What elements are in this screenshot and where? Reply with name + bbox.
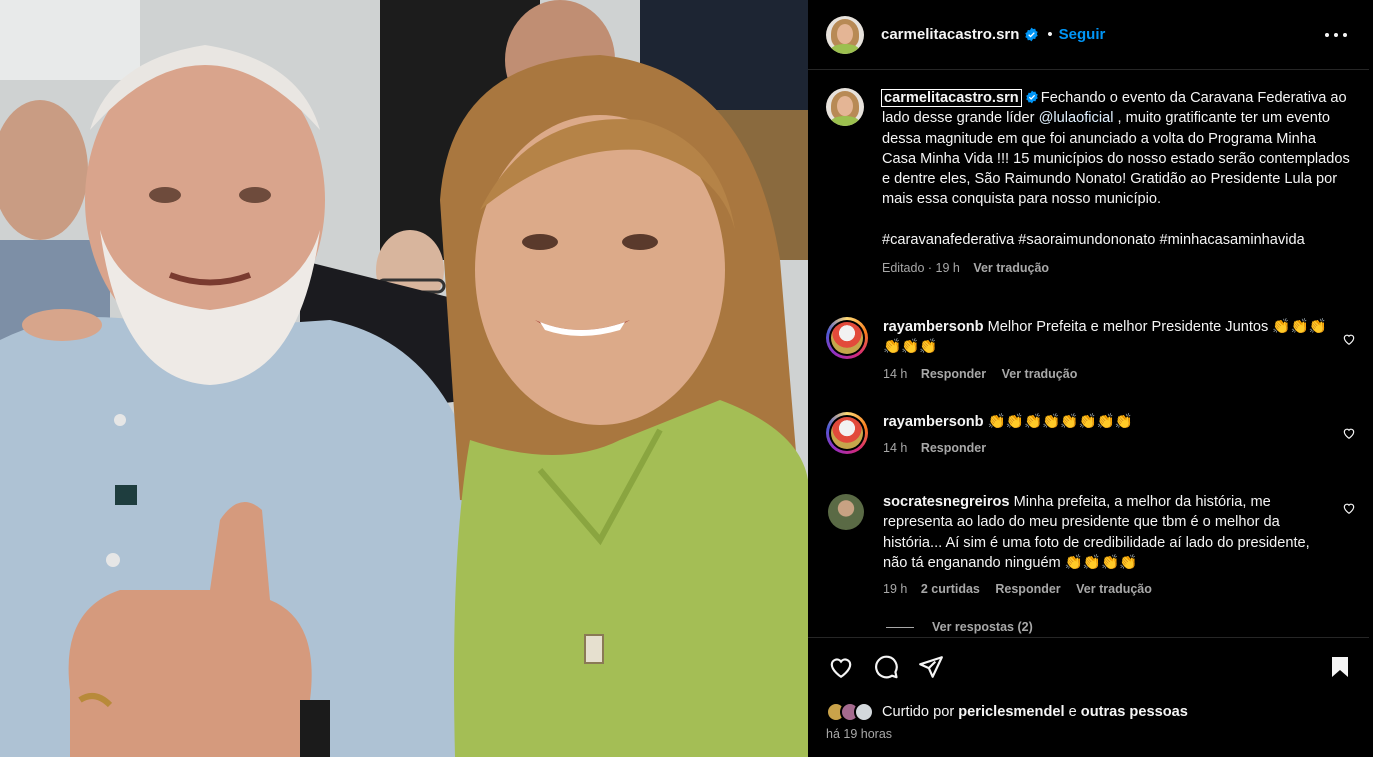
comment-meta: 14 h Responder [883, 438, 1328, 458]
comment-like-heart-icon[interactable] [1342, 426, 1356, 440]
caption-text-block: carmelitacastro.srn Fechando o evento da… [881, 88, 1352, 278]
action-bar [826, 654, 1351, 684]
more-icon[interactable] [1325, 24, 1347, 46]
follow-button[interactable]: Seguir [1059, 26, 1106, 43]
author-avatar[interactable] [826, 15, 864, 54]
comment-body: rayambersonb Melhor Prefeita e melhor Pr… [883, 317, 1328, 384]
comment-username[interactable]: rayambersonb [883, 319, 984, 335]
share-icon[interactable] [918, 654, 944, 680]
comment-icon[interactable] [873, 654, 899, 680]
comment-text: 👏👏👏👏👏👏👏👏 [987, 414, 1134, 430]
reply-button[interactable]: Responder [995, 582, 1060, 596]
caption-meta: Editado · 19 h Ver tradução [882, 258, 1352, 278]
photo-illustration [0, 0, 808, 757]
comment-like-heart-icon[interactable] [1342, 501, 1356, 515]
comment-username[interactable]: rayambersonb [883, 414, 984, 430]
comment-body: rayambersonb 👏👏👏👏👏👏👏👏 14 h Responder [883, 412, 1328, 459]
translate-button[interactable]: Ver tradução [1076, 582, 1152, 596]
caption-username[interactable]: carmelitacastro.srn [881, 89, 1022, 107]
comment-meta: 19 h 2 curtidas Responder Ver tradução [883, 579, 1328, 599]
comment-meta: 14 h Responder Ver tradução [883, 364, 1328, 384]
comment-time: 14 h [883, 366, 908, 381]
post-timestamp[interactable]: há 19 horas [826, 727, 892, 741]
replies-divider [886, 626, 914, 628]
translate-button[interactable]: Ver tradução [1002, 367, 1078, 381]
comment-time: 14 h [883, 441, 908, 456]
view-replies-label[interactable]: Ver respostas (2) [932, 620, 1033, 634]
comment-time: 19 h [883, 582, 908, 597]
commenter-avatar[interactable] [826, 317, 868, 359]
caption-edited-time: Editado · 19 h [882, 261, 960, 276]
reply-button[interactable]: Responder [921, 367, 986, 381]
post-photo[interactable] [0, 0, 808, 757]
comments-section[interactable]: carmelitacastro.srn Fechando o evento da… [808, 70, 1369, 637]
heart-icon[interactable] [828, 654, 854, 680]
bookmark-icon[interactable] [1328, 654, 1352, 680]
comment-likes-count[interactable]: 2 curtidas [921, 582, 980, 596]
separator-dot: • [1047, 26, 1053, 43]
liker-avatars[interactable] [826, 702, 874, 722]
liked-user[interactable]: periclesmendel [958, 704, 1064, 720]
author-username[interactable]: carmelitacastro.srn [881, 26, 1019, 43]
caption-mention[interactable]: @lulaoficial [1039, 110, 1114, 126]
comment-like-heart-icon[interactable] [1342, 332, 1356, 346]
reply-button[interactable]: Responder [921, 441, 986, 455]
caption-avatar[interactable] [826, 88, 864, 126]
liked-and: e [1068, 704, 1077, 720]
comment-username[interactable]: socratesnegreiros [883, 494, 1010, 510]
caption-hashtags[interactable]: #caravanafederativa #saoraimundononato #… [882, 230, 1352, 250]
liked-others[interactable]: outras pessoas [1081, 704, 1188, 720]
comment-body: socratesnegreiros Minha prefeita, a melh… [883, 492, 1328, 599]
post-panel: carmelitacastro.srn • Seguir carmelitaca… [808, 0, 1373, 757]
liked-prefix: Curtido por [882, 704, 955, 720]
verified-badge-icon [1025, 27, 1039, 42]
post-header: carmelitacastro.srn • Seguir [808, 0, 1369, 70]
likes-summary: Curtido por periclesmendel e outras pess… [826, 702, 1188, 722]
commenter-avatar[interactable] [826, 412, 868, 454]
caption-translate-link[interactable]: Ver tradução [973, 261, 1049, 275]
view-replies-button[interactable]: Ver respostas (2) [886, 620, 1033, 634]
post-footer: Curtido por periclesmendel e outras pess… [808, 637, 1369, 757]
commenter-avatar[interactable] [828, 494, 864, 530]
